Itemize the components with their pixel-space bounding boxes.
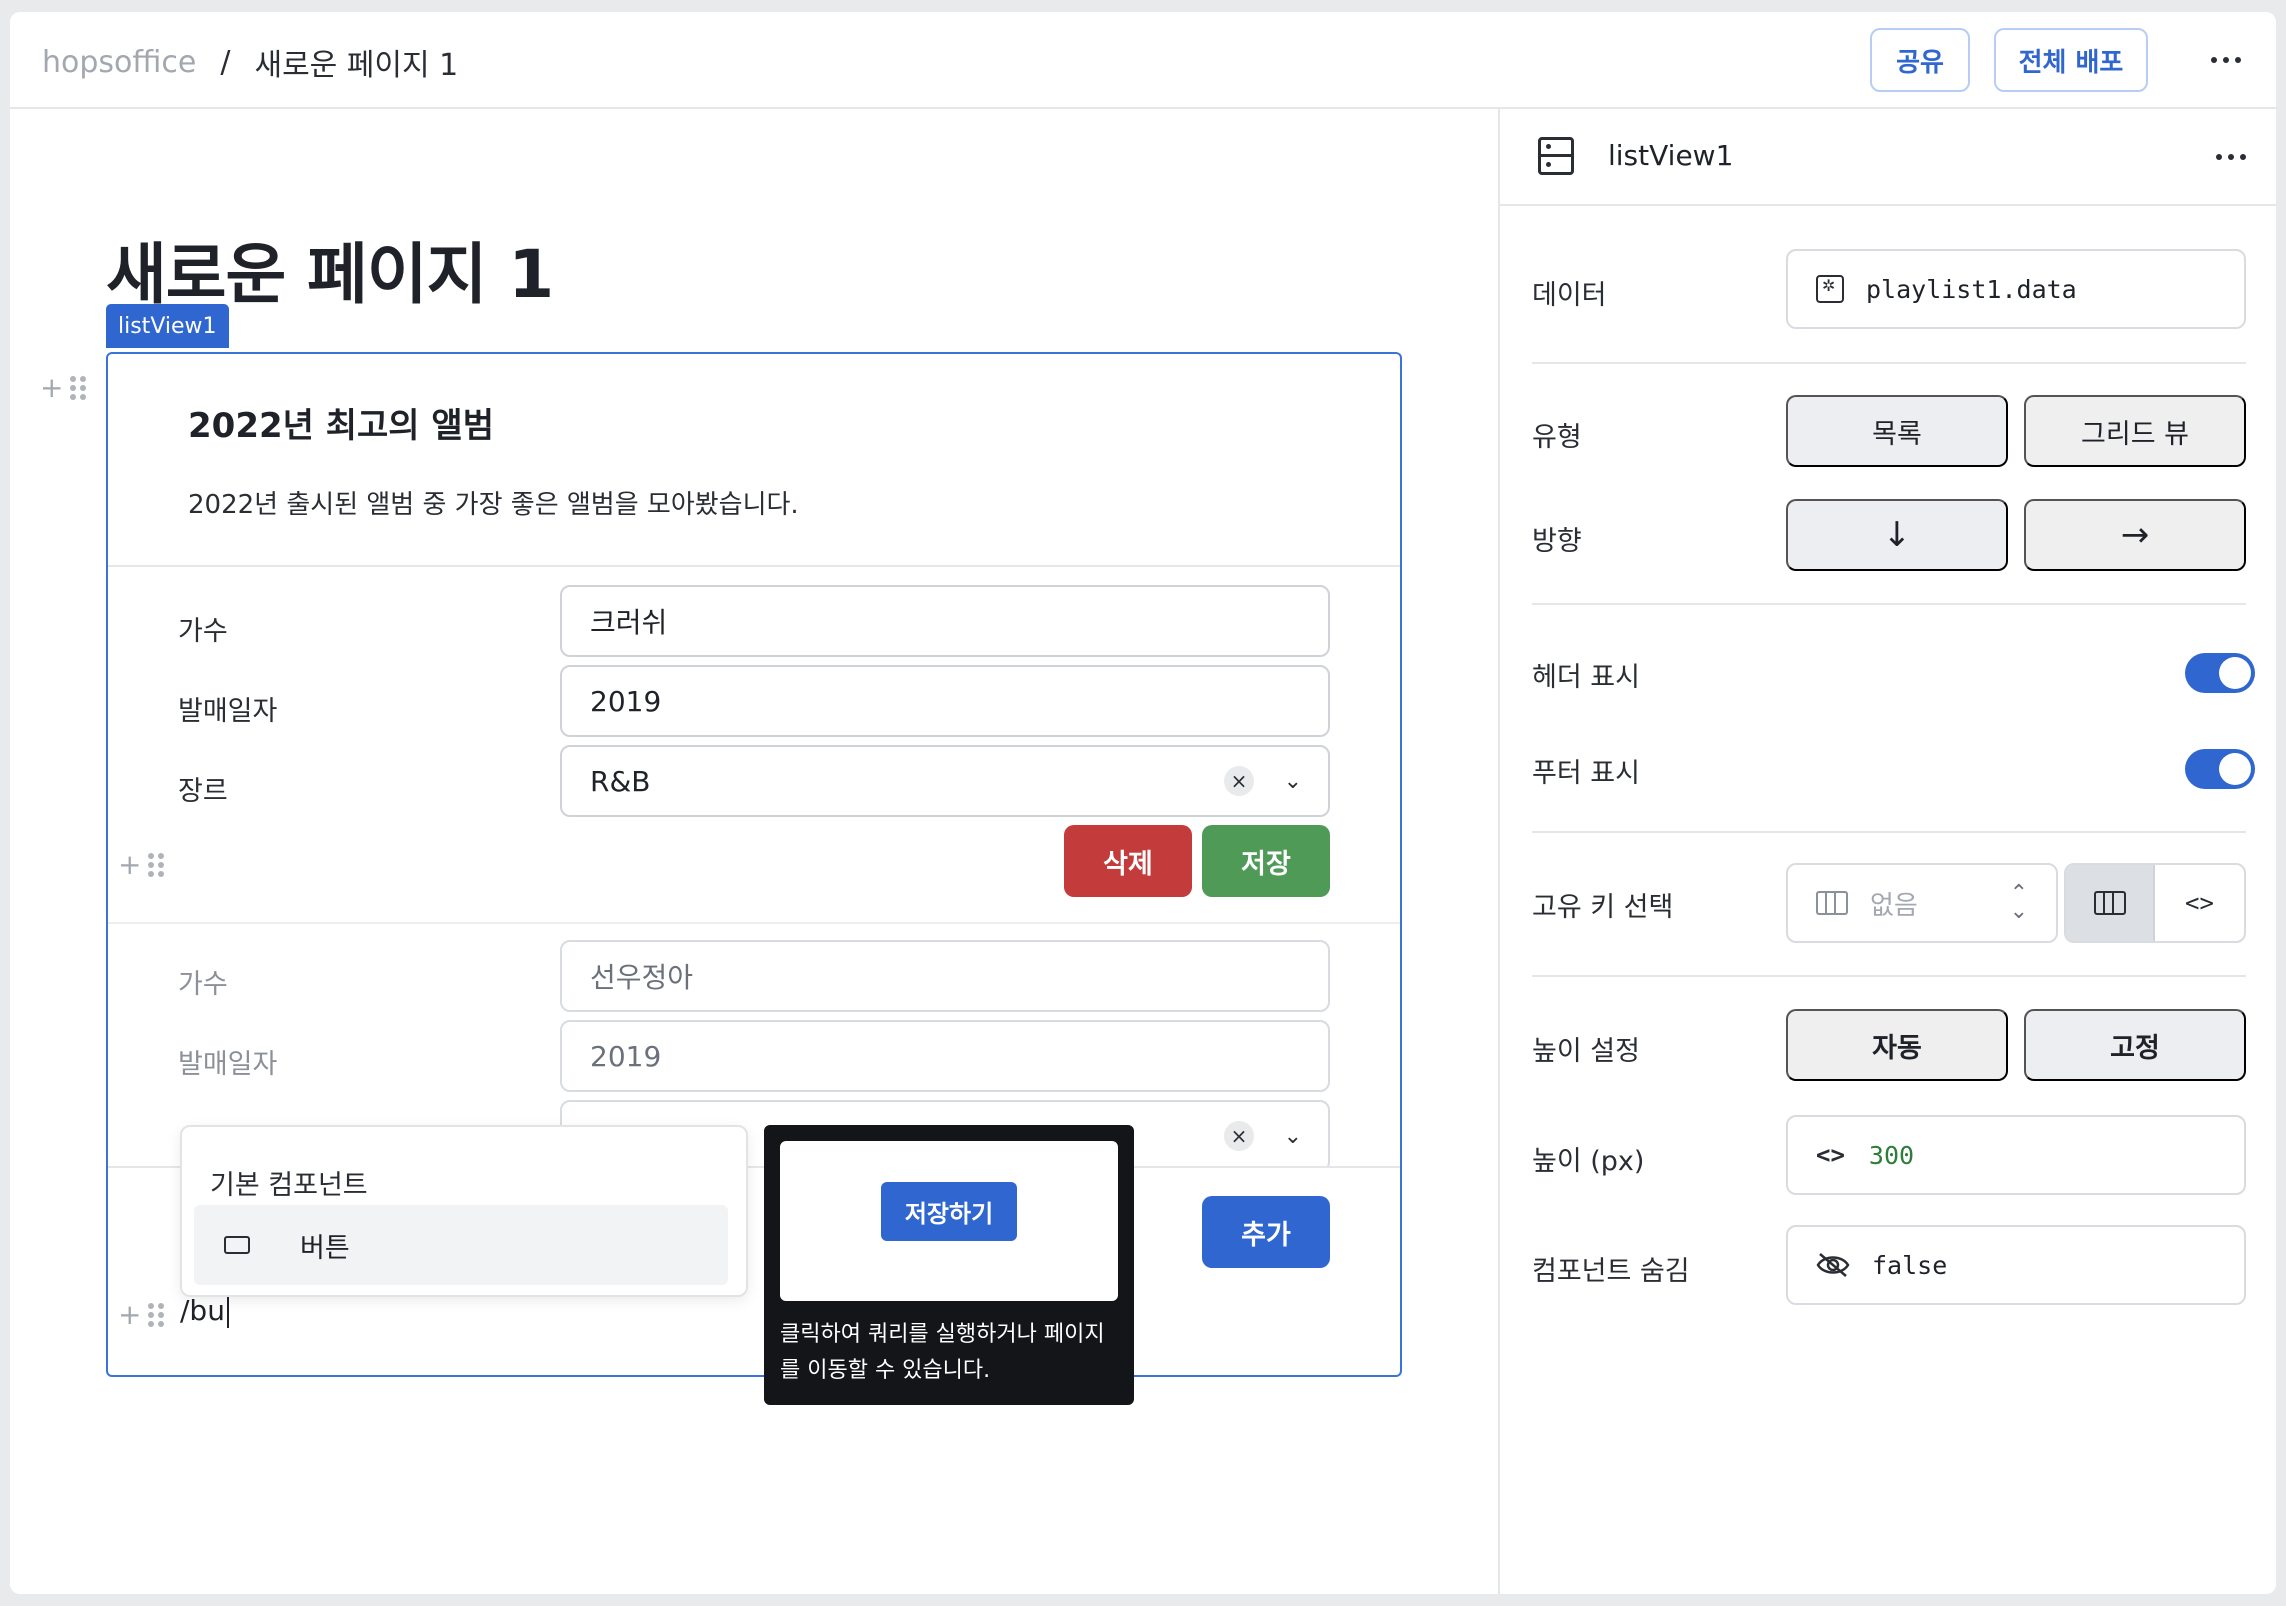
component-tag[interactable]: listView1 xyxy=(106,304,229,348)
footer-visible-toggle[interactable] xyxy=(2185,749,2255,789)
divider xyxy=(1532,603,2246,605)
top-actions: 공유 전체 배포 xyxy=(1870,28,2276,92)
release-date-input[interactable]: 2019 xyxy=(560,1020,1330,1092)
columns-icon xyxy=(2093,891,2126,915)
eye-off-icon xyxy=(1816,1252,1850,1278)
deploy-button[interactable]: 전체 배포 xyxy=(1994,28,2148,92)
preview-button: 저장하기 xyxy=(880,1181,1018,1241)
hidden-label: 컴포넌트 숨김 xyxy=(1532,1256,1690,1287)
hidden-input[interactable]: false xyxy=(1786,1225,2246,1305)
data-binding-value: playlist1.data xyxy=(1866,274,2077,304)
drag-handle-icon[interactable] xyxy=(148,852,164,877)
button-shape-icon xyxy=(224,1236,250,1254)
tooltip-preview: 저장하기 xyxy=(780,1141,1118,1301)
more-horizontal-icon[interactable] xyxy=(2216,137,2246,177)
clear-icon[interactable]: × xyxy=(1224,766,1254,796)
genre-label: 장르 xyxy=(178,776,228,807)
unique-key-label: 고유 키 선택 xyxy=(1532,892,1674,923)
singer-input[interactable]: 크러쉬 xyxy=(560,585,1330,657)
footer-visible-label: 푸터 표시 xyxy=(1532,758,1640,789)
tooltip-description: 클릭하여 쿼리를 실행하거나 페이지를 이동할 수 있습니다. xyxy=(780,1322,1105,1383)
list-header-title: 2022년 최고의 앨범 xyxy=(188,406,494,446)
type-option-list[interactable]: 목록 xyxy=(1786,395,2008,467)
list-header: 2022년 최고의 앨범 2022년 출시된 앨범 중 가장 좋은 앨범을 모아… xyxy=(108,354,1400,567)
top-bar: hopsoffice / 새로운 페이지 1 공유 전체 배포 xyxy=(10,12,2276,109)
divider xyxy=(1532,362,2246,364)
component-preview-tooltip: 저장하기 클릭하여 쿼리를 실행하거나 페이지를 이동할 수 있습니다. xyxy=(764,1125,1134,1405)
chevron-down-icon[interactable]: ⌄ xyxy=(1284,769,1302,794)
type-option-grid[interactable]: 그리드 뷰 xyxy=(2024,395,2246,467)
height-px-label: 높이 (px) xyxy=(1532,1146,1645,1177)
arrow-down-icon[interactable]: ↓ xyxy=(1786,499,2008,571)
release-date-label: 발매일자 xyxy=(178,1049,278,1080)
divider xyxy=(1532,975,2246,977)
editor-canvas: 새로운 페이지 1 listView1 + 2022년 최고의 앨범 2022년… xyxy=(10,109,1498,1594)
add-button[interactable]: 추가 xyxy=(1202,1196,1330,1268)
chevron-up-down-icon: ⌃ ⌄ xyxy=(2009,881,2028,924)
columns-icon xyxy=(1816,891,1848,915)
breadcrumb-page[interactable]: 새로운 페이지 1 xyxy=(254,40,458,84)
unique-key-value: 없음 xyxy=(1870,890,1918,921)
height-mode-label: 높이 설정 xyxy=(1532,1036,1640,1067)
key-mode-columns[interactable] xyxy=(2066,865,2156,941)
breadcrumb-workspace[interactable]: hopsoffice xyxy=(42,45,196,80)
code-icon: <> xyxy=(1816,1141,1845,1169)
menu-item-label: 버튼 xyxy=(300,1232,350,1264)
save-button[interactable]: 저장 xyxy=(1202,825,1330,897)
genre-select[interactable]: R&B × ⌄ xyxy=(560,745,1330,817)
breadcrumb: hopsoffice / 새로운 페이지 1 xyxy=(42,40,458,84)
drag-handle-icon[interactable] xyxy=(70,375,86,400)
panel-header: listView1 xyxy=(1500,109,2276,206)
height-option-fixed[interactable]: 고정 xyxy=(2024,1009,2246,1081)
slash-command-text: /bu xyxy=(180,1294,225,1327)
hidden-value: false xyxy=(1872,1250,1948,1280)
release-date-label: 발매일자 xyxy=(178,696,278,727)
key-mode-toggle: <> xyxy=(2064,863,2246,943)
plus-icon[interactable]: + xyxy=(40,371,63,404)
arrow-right-icon[interactable]: → xyxy=(2024,499,2246,571)
drag-handle-icon[interactable] xyxy=(148,1302,164,1327)
unique-key-select[interactable]: 없음 ⌃ ⌄ xyxy=(1786,863,2058,943)
text-caret xyxy=(226,1296,229,1328)
plus-icon[interactable]: + xyxy=(118,848,141,881)
direction-label: 방향 xyxy=(1532,526,1582,557)
block-handle: + xyxy=(118,1298,164,1331)
block-handle: + xyxy=(40,371,86,404)
delete-button[interactable]: 삭제 xyxy=(1064,825,1192,897)
height-px-value: 300 xyxy=(1868,1140,1915,1170)
menu-item-button[interactable]: 버튼 xyxy=(194,1205,728,1285)
clear-icon[interactable]: × xyxy=(1224,1121,1254,1151)
chevron-down-icon[interactable]: ⌄ xyxy=(1284,1124,1302,1149)
block-handle: + xyxy=(118,848,164,881)
plus-icon[interactable]: + xyxy=(118,1298,141,1331)
properties-panel: listView1 데이터 playlist1.data 유형 목록 그리드 뷰… xyxy=(1498,109,2276,1594)
component-menu: 기본 컴포넌트 버튼 xyxy=(180,1125,748,1297)
type-label: 유형 xyxy=(1532,422,1582,453)
breadcrumb-separator: / xyxy=(220,44,231,80)
header-visible-label: 헤더 표시 xyxy=(1532,662,1640,693)
menu-heading: 기본 컴포넌트 xyxy=(210,1170,368,1201)
genre-select-value: R&B xyxy=(590,764,651,798)
more-horizontal-icon[interactable] xyxy=(2196,40,2256,80)
code-icon[interactable]: <> xyxy=(2155,865,2244,941)
slash-command-input[interactable]: /bu xyxy=(180,1294,229,1328)
header-visible-toggle[interactable] xyxy=(2185,653,2255,693)
list-view-icon xyxy=(1538,137,1574,175)
height-option-auto[interactable]: 자동 xyxy=(1786,1009,2008,1081)
list-item: 가수 크러쉬 발매일자 2019 장르 R&B × ⌄ + 삭제 저장 xyxy=(108,569,1400,924)
data-binding-input[interactable]: playlist1.data xyxy=(1786,249,2246,329)
page-title[interactable]: 새로운 페이지 1 xyxy=(106,221,554,317)
height-px-input[interactable]: <> 300 xyxy=(1786,1115,2246,1195)
divider xyxy=(1532,831,2246,833)
gear-icon xyxy=(1816,275,1844,303)
list-header-description: 2022년 출시된 앨범 중 가장 좋은 앨범을 모아봤습니다. xyxy=(188,490,799,520)
data-label: 데이터 xyxy=(1532,280,1607,311)
singer-label: 가수 xyxy=(178,616,228,647)
release-date-input[interactable]: 2019 xyxy=(560,665,1330,737)
share-button[interactable]: 공유 xyxy=(1870,28,1970,92)
panel-title[interactable]: listView1 xyxy=(1608,139,1733,172)
app-window: hopsoffice / 새로운 페이지 1 공유 전체 배포 새로운 페이지 … xyxy=(10,12,2276,1594)
singer-input[interactable]: 선우정아 xyxy=(560,940,1330,1012)
singer-label: 가수 xyxy=(178,969,228,1000)
